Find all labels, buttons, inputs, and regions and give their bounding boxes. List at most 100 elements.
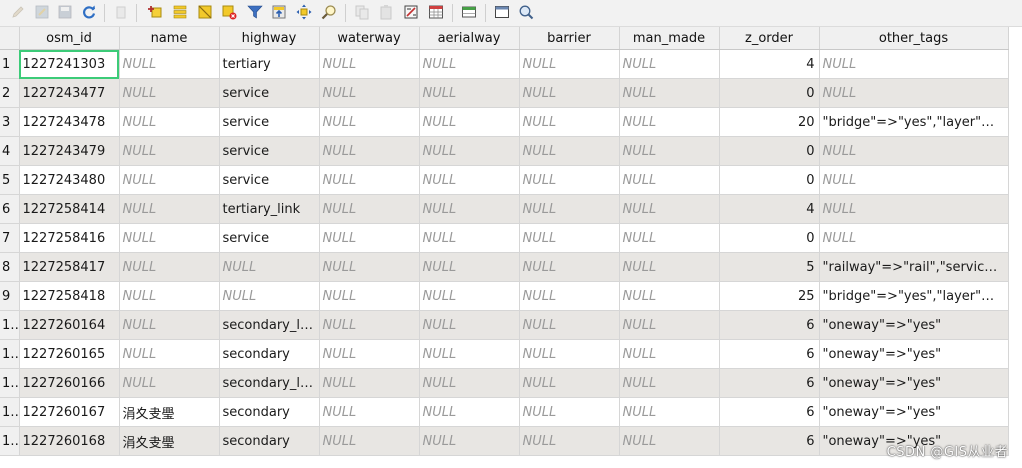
cell-barrier[interactable]: NULL [519,310,620,340]
table-row[interactable]: 13 1227260167 涓夊叏璺 secondary NULL NULL NULL NUL… [0,397,1009,427]
delete-feature-icon[interactable] [112,3,130,21]
row-number[interactable]: 4 [0,136,20,166]
cell-name[interactable]: NULL [119,252,220,282]
cell-highway[interactable]: NULL [219,281,320,311]
cell-name[interactable]: NULL [119,310,220,340]
cell-man-made[interactable]: NULL [619,397,720,427]
cell-aerialway[interactable]: NULL [419,78,520,108]
table-row[interactable]: 2 1227243477 NULL service NULL NULL NULL NULL 0 N… [0,78,1009,108]
cell-highway[interactable]: secondary_link [219,368,320,398]
row-number[interactable]: 9 [0,281,20,311]
save-icon[interactable] [56,3,74,21]
cell-highway[interactable]: service [219,223,320,253]
cell-aerialway[interactable]: NULL [419,426,520,456]
cell-other-tags[interactable]: "oneway"=>"yes" [819,368,1009,398]
cell-waterway[interactable]: NULL [319,310,420,340]
cell-z-order[interactable]: 6 [719,339,820,369]
cell-osm-id[interactable]: 1227243477 [19,78,120,108]
column-header[interactable]: name [119,27,220,50]
cell-barrier[interactable]: NULL [519,78,620,108]
cell-osm-id[interactable]: 1227243479 [19,136,120,166]
cell-other-tags[interactable]: NULL [819,78,1009,108]
field-calculator-icon[interactable] [402,3,420,21]
cell-man-made[interactable]: NULL [619,252,720,282]
cell-waterway[interactable]: NULL [319,107,420,137]
table-row[interactable]: 3 1227243478 NULL service NULL NULL NULL NULL 20… [0,107,1009,137]
row-number[interactable]: 14 [0,426,20,456]
cell-z-order[interactable]: 4 [719,49,820,79]
cell-z-order[interactable]: 20 [719,107,820,137]
cell-osm-id[interactable]: 1227243478 [19,107,120,137]
table-row[interactable]: 11 1227260165 NULL secondary NULL NULL NULL NUL… [0,339,1009,369]
cell-barrier[interactable]: NULL [519,194,620,224]
cell-z-order[interactable]: 6 [719,397,820,427]
table-row[interactable]: 5 1227243480 NULL service NULL NULL NULL NULL 0 N… [0,165,1009,195]
column-header[interactable]: waterway [319,27,420,50]
cell-osm-id[interactable]: 1227258414 [19,194,120,224]
cell-barrier[interactable]: NULL [519,223,620,253]
cell-osm-id[interactable]: 1227260165 [19,339,120,369]
column-header[interactable]: highway [219,27,320,50]
cell-highway[interactable]: service [219,78,320,108]
cell-highway[interactable]: service [219,107,320,137]
cell-man-made[interactable]: NULL [619,368,720,398]
cell-other-tags[interactable]: NULL [819,49,1009,79]
cell-barrier[interactable]: NULL [519,107,620,137]
cell-z-order[interactable]: 6 [719,310,820,340]
add-feature-icon[interactable] [146,3,164,21]
cell-man-made[interactable]: NULL [619,49,720,79]
cell-highway[interactable]: secondary [219,397,320,427]
cell-waterway[interactable]: NULL [319,281,420,311]
row-number[interactable]: 6 [0,194,20,224]
table-row[interactable]: 8 1227258417 NULL NULL NULL NULL NULL NULL 5 "rai… [0,252,1009,282]
cell-barrier[interactable]: NULL [519,397,620,427]
cell-other-tags[interactable]: NULL [819,223,1009,253]
zoom-to-selection-icon[interactable] [320,3,338,21]
cell-highway[interactable]: tertiary [219,49,320,79]
cell-z-order[interactable]: 6 [719,426,820,456]
cell-z-order[interactable]: 0 [719,223,820,253]
cell-name[interactable]: NULL [119,49,220,79]
move-selection-top-icon[interactable] [270,3,288,21]
cell-z-order[interactable]: 25 [719,281,820,311]
cell-man-made[interactable]: NULL [619,426,720,456]
row-number[interactable]: 7 [0,223,20,253]
cell-name[interactable]: NULL [119,107,220,137]
cell-waterway[interactable]: NULL [319,252,420,282]
table-row[interactable]: 14 1227260168 涓夊叏璺 secondary NULL NULL NULL NUL… [0,426,1009,456]
dock-icon[interactable] [493,3,511,21]
cell-man-made[interactable]: NULL [619,136,720,166]
cell-name[interactable]: NULL [119,136,220,166]
cell-barrier[interactable]: NULL [519,252,620,282]
cell-name[interactable]: 涓夊叏璺 [119,397,220,427]
column-header[interactable]: barrier [519,27,620,50]
cell-osm-id[interactable]: 1227260164 [19,310,120,340]
cell-barrier[interactable]: NULL [519,339,620,369]
column-header[interactable]: osm_id [19,27,120,50]
cell-osm-id[interactable]: 1227258418 [19,281,120,311]
cell-highway[interactable]: secondary [219,339,320,369]
invert-selection-icon[interactable] [196,3,214,21]
cell-z-order[interactable]: 0 [719,165,820,195]
cell-aerialway[interactable]: NULL [419,165,520,195]
cell-barrier[interactable]: NULL [519,165,620,195]
cell-barrier[interactable]: NULL [519,368,620,398]
cell-highway[interactable]: service [219,136,320,166]
cell-man-made[interactable]: NULL [619,107,720,137]
cell-other-tags[interactable]: NULL [819,136,1009,166]
cell-osm-id[interactable]: 1227260168 [19,426,120,456]
cell-waterway[interactable]: NULL [319,78,420,108]
reload-icon[interactable] [80,3,98,21]
row-number[interactable]: 12 [0,368,20,398]
cell-osm-id[interactable]: 1227241303 [19,49,120,79]
save-edits-icon[interactable] [33,3,51,21]
cell-man-made[interactable]: NULL [619,165,720,195]
cell-name[interactable]: NULL [119,223,220,253]
cell-man-made[interactable]: NULL [619,310,720,340]
cell-name[interactable]: NULL [119,339,220,369]
cell-highway[interactable]: service [219,165,320,195]
row-number[interactable]: 3 [0,107,20,137]
cell-waterway[interactable]: NULL [319,49,420,79]
cell-name[interactable]: NULL [119,368,220,398]
cell-waterway[interactable]: NULL [319,165,420,195]
